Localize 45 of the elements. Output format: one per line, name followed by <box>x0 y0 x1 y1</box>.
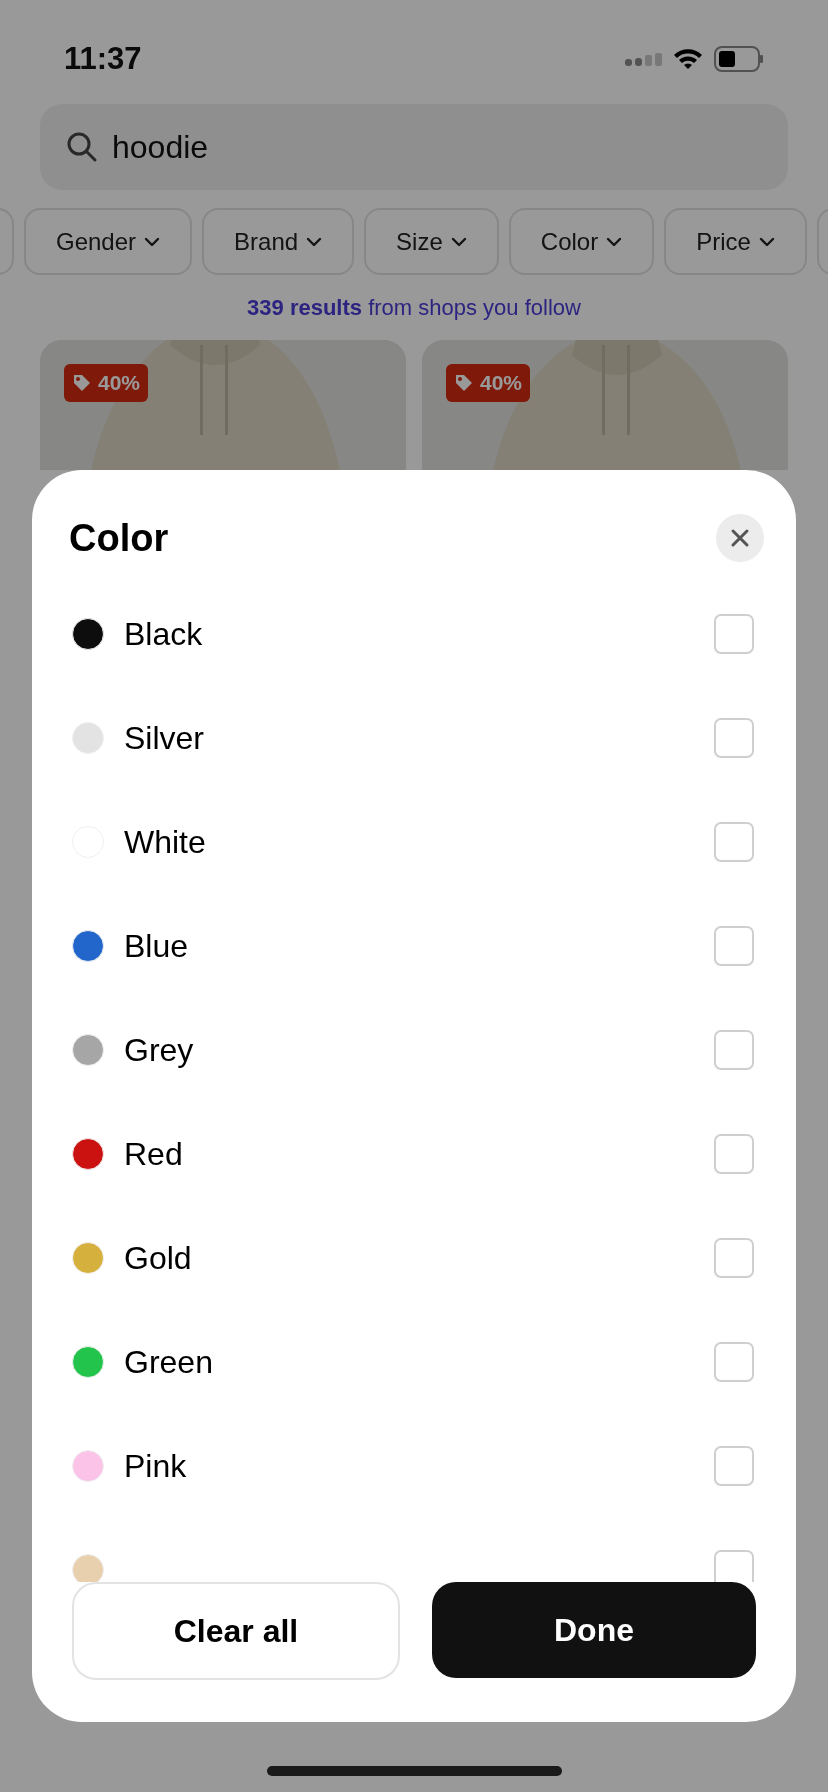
search-icon <box>66 131 98 163</box>
discount-badge: 40% <box>446 364 531 402</box>
close-icon <box>730 528 750 548</box>
checkbox[interactable] <box>714 822 754 862</box>
filter-chip[interactable]: Color <box>508 208 655 275</box>
color-option[interactable]: Red <box>32 1102 796 1206</box>
tag-icon <box>72 373 92 393</box>
clear-all-button[interactable]: Clear all <box>72 1582 400 1680</box>
done-button[interactable]: Done <box>432 1582 756 1678</box>
checkbox[interactable] <box>714 926 754 966</box>
chevron-down-icon <box>758 236 775 247</box>
tag-icon <box>454 373 474 393</box>
chevron-down-icon <box>306 236 323 247</box>
sheet-title: Color <box>69 515 169 561</box>
search-field[interactable]: hoodie <box>40 104 788 190</box>
color-option[interactable]: White <box>32 790 796 894</box>
color-option[interactable]: Blue <box>32 894 796 998</box>
checkbox[interactable] <box>714 718 754 758</box>
color-option[interactable]: Silver <box>32 686 796 790</box>
signal-icon <box>625 52 662 66</box>
checkbox[interactable] <box>714 1342 754 1382</box>
filter-chip[interactable]: Price <box>664 208 807 275</box>
filter-chip[interactable]: Gender <box>24 208 193 275</box>
color-option[interactable]: Black <box>32 582 796 686</box>
chevron-down-icon <box>450 236 467 247</box>
close-button[interactable] <box>716 514 764 562</box>
battery-icon <box>714 46 764 72</box>
color-option[interactable]: Grey <box>32 998 796 1102</box>
chevron-down-icon <box>606 236 623 247</box>
color-option[interactable]: Green <box>32 1310 796 1414</box>
results-summary: 339 results from shops you follow <box>247 294 581 322</box>
checkbox[interactable] <box>714 1446 754 1486</box>
chevron-down-icon <box>144 236 161 247</box>
checkbox[interactable] <box>714 1238 754 1278</box>
color-option[interactable]: Gold <box>32 1206 796 1310</box>
wifi-icon <box>672 47 704 71</box>
checkbox[interactable] <box>714 614 754 654</box>
checkbox[interactable] <box>714 1030 754 1070</box>
checkbox[interactable] <box>714 1550 754 1582</box>
status-time: 11:37 <box>64 39 142 78</box>
color-option[interactable]: Pink <box>32 1414 796 1518</box>
filter-chip[interactable]: Size <box>364 208 499 275</box>
checkbox[interactable] <box>714 1134 754 1174</box>
discount-badge: 40% <box>64 364 149 402</box>
filter-chip[interactable]: Brand <box>202 208 355 275</box>
